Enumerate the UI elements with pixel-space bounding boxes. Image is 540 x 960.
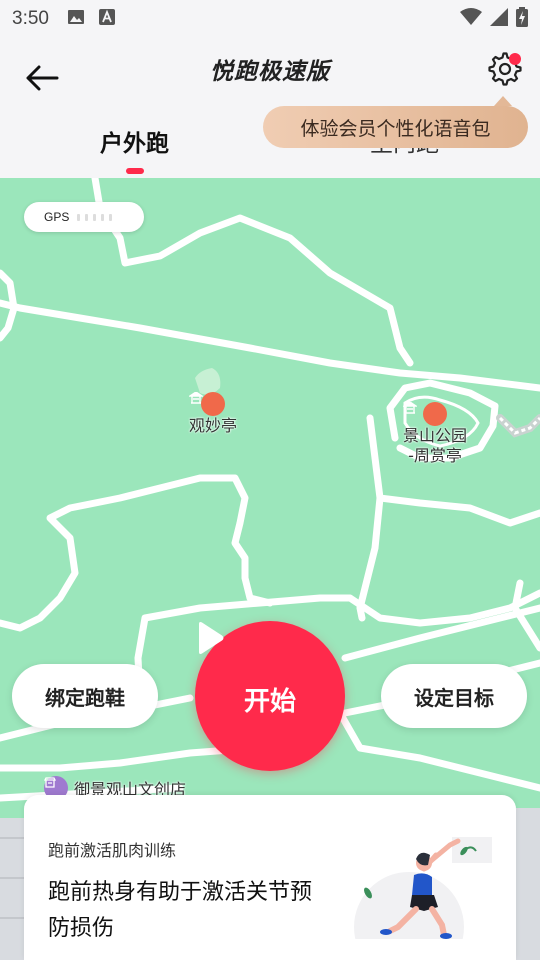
poi-guanmiao-pavilion[interactable]: 观妙亭 bbox=[189, 392, 237, 436]
tooltip-text: 体验会员个性化语音包 bbox=[300, 117, 491, 140]
status-bar: 3:50 bbox=[0, 0, 540, 38]
bind-shoes-button[interactable]: 绑定跑鞋 bbox=[12, 664, 158, 728]
settings-button[interactable] bbox=[484, 50, 526, 92]
start-button[interactable]: 开始 bbox=[195, 621, 345, 771]
tab-active-indicator bbox=[126, 168, 144, 174]
tab-outdoor[interactable]: 户外跑 bbox=[100, 124, 169, 158]
image-icon bbox=[67, 9, 85, 29]
voice-pack-tooltip[interactable]: 体验会员个性化语音包 bbox=[263, 96, 528, 148]
gps-label: GPS bbox=[44, 210, 70, 224]
status-time: 3:50 bbox=[12, 8, 49, 29]
set-goal-button[interactable]: 设定目标 bbox=[381, 664, 527, 728]
pavilion-icon bbox=[403, 402, 447, 426]
font-a-icon bbox=[98, 9, 115, 29]
poi-zhoushang-pavilion[interactable]: 景山公园 -周赏亭 bbox=[403, 402, 467, 466]
signal-icon bbox=[490, 8, 508, 30]
start-label: 开始 bbox=[243, 686, 296, 717]
tooltip-arrow bbox=[494, 96, 512, 106]
battery-charging-icon bbox=[516, 7, 528, 31]
poi-label: 景山公园 -周赏亭 bbox=[403, 426, 468, 465]
notification-dot bbox=[509, 53, 521, 65]
stretching-woman-illustration bbox=[354, 835, 494, 960]
poi-label: 观妙亭 bbox=[189, 416, 238, 435]
wifi-icon bbox=[460, 8, 482, 30]
card-title: 跑前热身有助于激活关节预防损伤 bbox=[48, 880, 313, 941]
warmup-card[interactable]: 跑前激活肌肉训练 跑前热身有助于激活关节预防损伤 bbox=[24, 795, 516, 960]
page-title: 悦跑极速版 bbox=[210, 59, 330, 85]
pavilion-icon bbox=[189, 392, 225, 416]
gps-signal-bars bbox=[77, 213, 113, 221]
gps-status: GPS bbox=[24, 202, 144, 232]
card-subtitle: 跑前激活肌肉训练 bbox=[48, 841, 177, 860]
